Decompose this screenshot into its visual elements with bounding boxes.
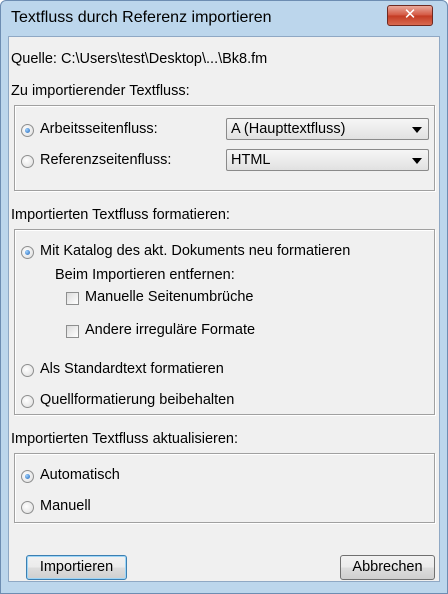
remove-on-import-label: Beim Importieren entfernen:: [55, 267, 235, 283]
checkbox-manual-page-breaks-label[interactable]: Manuelle Seitenumbrüche: [85, 289, 253, 305]
reference-flow-dropdown-value: HTML: [231, 152, 271, 168]
window-title: Textfluss durch Referenz importieren: [11, 9, 272, 26]
radio-referenzseitenfluss-label[interactable]: Referenzseitenfluss:: [40, 152, 171, 168]
dropdown-arrow-icon: [412, 158, 422, 164]
source-path-label: Quelle: C:\Users\test\Desktop\...\Bk8.fm: [11, 51, 268, 67]
radio-automatic-label[interactable]: Automatisch: [40, 467, 120, 483]
radio-arbeitsseitenfluss[interactable]: [21, 124, 34, 137]
radio-arbeitsseitenfluss-label[interactable]: Arbeitsseitenfluss:: [40, 121, 158, 137]
radio-catalog-format-label[interactable]: Mit Katalog des akt. Dokuments neu forma…: [40, 243, 350, 259]
radio-automatic[interactable]: [21, 470, 34, 483]
title-bar[interactable]: Textfluss durch Referenz importieren ✕: [1, 1, 447, 35]
dropdown-arrow-icon: [412, 127, 422, 133]
update-heading: Importierten Textfluss aktualisieren:: [11, 431, 239, 447]
radio-manual[interactable]: [21, 501, 34, 514]
body-flow-dropdown-value: A (Haupttextfluss): [231, 121, 346, 137]
radio-keep-source-format-label[interactable]: Quellformatierung beibehalten: [40, 392, 234, 408]
checkbox-other-formats[interactable]: [66, 325, 79, 338]
import-flow-heading: Zu importierender Textfluss:: [11, 83, 190, 99]
import-button[interactable]: Importieren: [26, 555, 127, 580]
dialog-window: Textfluss durch Referenz importieren ✕ Q…: [0, 0, 448, 594]
close-button[interactable]: ✕: [387, 5, 433, 26]
radio-keep-source-format[interactable]: [21, 395, 34, 408]
radio-standard-text[interactable]: [21, 364, 34, 377]
radio-standard-text-label[interactable]: Als Standardtext formatieren: [40, 361, 224, 377]
checkbox-manual-page-breaks[interactable]: [66, 292, 79, 305]
radio-catalog-format[interactable]: [21, 246, 34, 259]
close-icon: ✕: [403, 6, 417, 23]
dialog-body: Quelle: C:\Users\test\Desktop\...\Bk8.fm…: [8, 36, 440, 582]
checkbox-other-formats-label[interactable]: Andere irreguläre Formate: [85, 322, 255, 338]
reference-flow-dropdown[interactable]: HTML: [226, 149, 429, 171]
body-flow-dropdown[interactable]: A (Haupttextfluss): [226, 118, 429, 140]
format-heading: Importierten Textfluss formatieren:: [11, 207, 230, 223]
radio-referenzseitenfluss[interactable]: [21, 155, 34, 168]
radio-manual-label[interactable]: Manuell: [40, 498, 91, 514]
cancel-button[interactable]: Abbrechen: [340, 555, 435, 580]
